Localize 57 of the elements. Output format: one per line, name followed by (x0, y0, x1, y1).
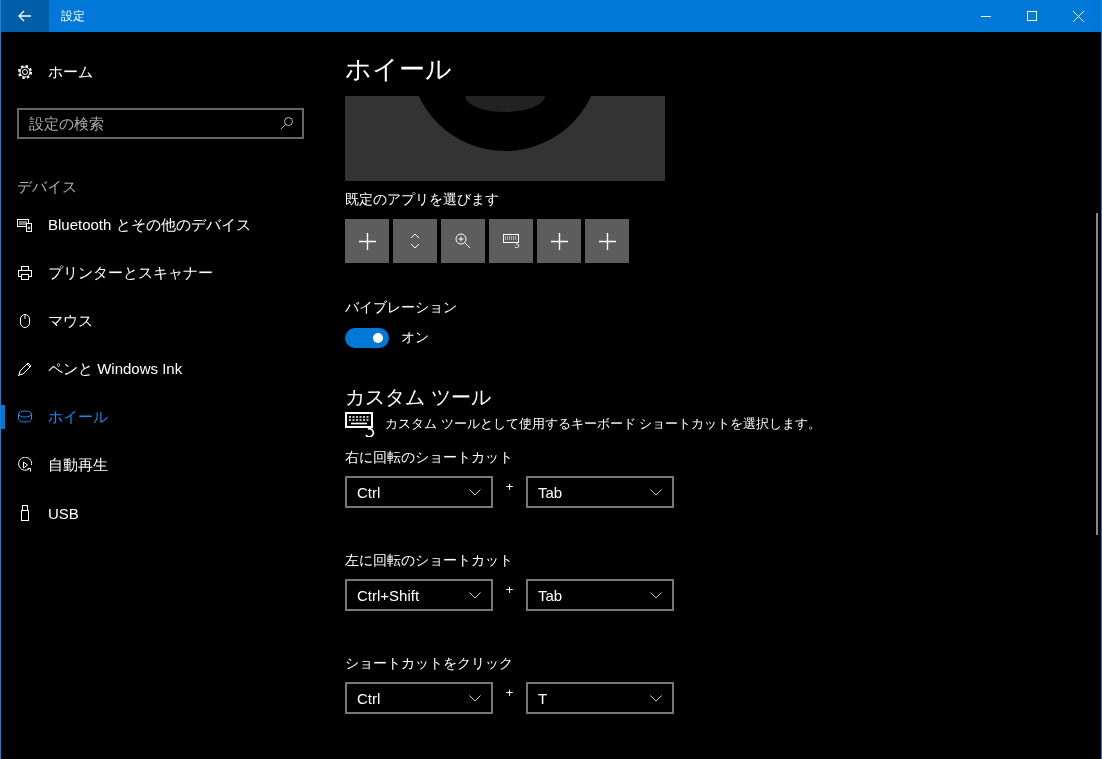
page-title: ホイール (345, 53, 453, 86)
vibration-label: バイブレーション (345, 299, 458, 317)
pen-icon (17, 361, 33, 377)
sidebar-item[interactable]: Bluetooth とその他のデバイス (1, 201, 329, 249)
zoom-in-icon (455, 233, 471, 249)
sidebar-item[interactable]: ペンと Windows Ink (1, 345, 329, 393)
chevron-down-icon (650, 488, 662, 496)
search-field[interactable]: 設定の検索 (17, 108, 304, 139)
plus-icon (358, 232, 376, 250)
search-icon (280, 116, 294, 130)
sidebar-item[interactable]: 自動再生 (1, 441, 329, 489)
chevron-down-icon (469, 694, 481, 702)
chevron-down-icon (650, 694, 662, 702)
shortcut-label: 左に回転のショートカット (345, 552, 514, 570)
modifier-dropdown[interactable]: Ctrl+Shift (345, 579, 493, 611)
play-circle-icon (17, 457, 33, 473)
plus-icon (598, 232, 616, 250)
vibration-toggle[interactable] (345, 328, 389, 348)
toggle-state-label: オン (401, 329, 429, 347)
plus-icon (550, 232, 568, 250)
chevron-down-icon (469, 591, 481, 599)
section-heading: デバイス (16, 178, 78, 197)
mouse-icon (17, 313, 33, 329)
sidebar-item[interactable]: マウス (1, 297, 329, 345)
keyboard-icon (345, 411, 375, 437)
sidebar-item[interactable]: ホイール (1, 393, 329, 441)
chevron-down-icon (650, 591, 662, 599)
shortcut-label: 右に回転のショートカット (345, 449, 514, 467)
close-icon (1072, 10, 1084, 22)
description-text: カスタム ツールとして使用するキーボード ショートカットを選択します。 (385, 415, 822, 433)
apps-label: 既定のアプリを選びます (345, 191, 500, 209)
home-nav-item[interactable]: ホーム (1, 60, 329, 84)
chevron-down-icon (469, 488, 481, 496)
wheel-icon (17, 409, 33, 425)
key-dropdown[interactable]: Tab (526, 476, 674, 508)
sidebar-item[interactable]: USB (1, 489, 329, 537)
key-dropdown[interactable]: Tab (526, 579, 674, 611)
modifier-dropdown[interactable]: Ctrl (345, 682, 493, 714)
key-dropdown[interactable]: T (526, 682, 674, 714)
keyboard-device-icon (17, 217, 33, 233)
up-down-chevron-icon (410, 233, 420, 249)
printer-icon (17, 265, 33, 281)
tool-button[interactable] (441, 219, 485, 263)
tool-button[interactable] (489, 219, 533, 263)
modifier-dropdown[interactable]: Ctrl (345, 476, 493, 508)
maximize-icon (1027, 11, 1037, 21)
section-heading: カスタム ツール (345, 385, 492, 410)
keyboard-icon (502, 234, 520, 248)
window-title: 設定 (61, 7, 86, 25)
settings-icon (17, 64, 33, 80)
plus-sign: + (504, 478, 515, 496)
plus-sign: + (504, 684, 515, 702)
back-arrow-icon (18, 10, 32, 22)
plus-sign: + (504, 581, 515, 599)
back-button[interactable] (1, 0, 49, 32)
sidebar-item[interactable]: プリンターとスキャナー (1, 249, 329, 297)
shortcut-label: ショートカットをクリック (345, 655, 514, 673)
